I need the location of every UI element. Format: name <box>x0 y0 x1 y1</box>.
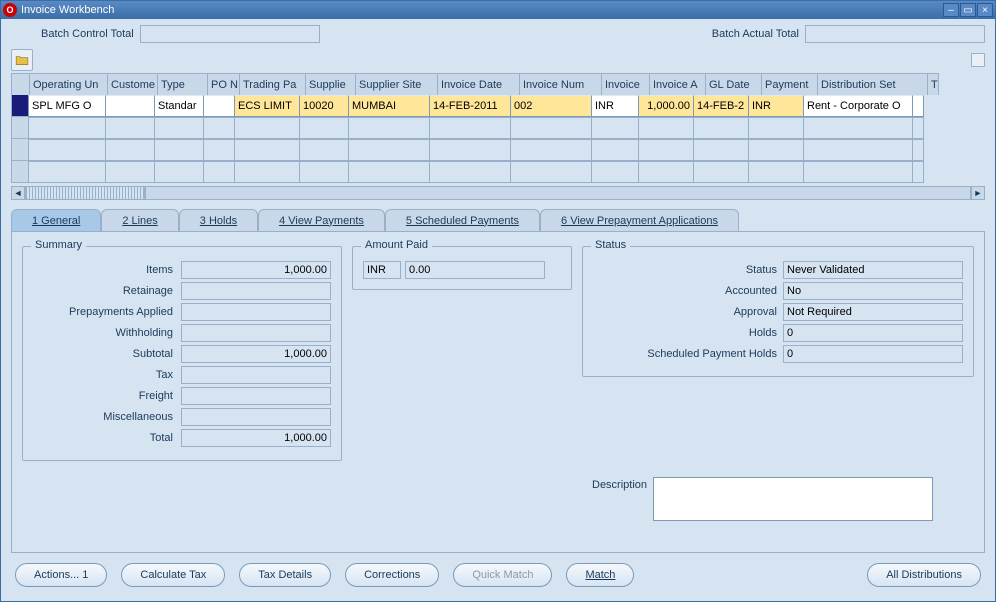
batch-control-label: Batch Control Total <box>41 28 134 40</box>
row-selector[interactable] <box>11 161 29 183</box>
tab-view-payments[interactable]: 4 View Payments <box>258 209 385 231</box>
col-payment-curr[interactable]: Payment <box>761 73 817 95</box>
summary-misc <box>181 408 331 426</box>
tab-scheduled-payments[interactable]: 5 Scheduled Payments <box>385 209 540 231</box>
button-bar: Actions... 1 Calculate Tax Tax Details C… <box>11 553 985 591</box>
minimize-button[interactable]: ‒ <box>943 3 959 17</box>
summary-group: Summary Items Retainage Prepayments Appl… <box>22 246 342 461</box>
summary-total <box>181 429 331 447</box>
cell-operating-unit[interactable]: SPL MFG O <box>28 95 106 117</box>
col-po-number[interactable]: PO N <box>207 73 239 95</box>
amount-paid-group: Amount Paid <box>352 246 572 290</box>
col-supplier-site[interactable]: Supplier Site <box>355 73 437 95</box>
tab-holds[interactable]: 3 Holds <box>179 209 258 231</box>
col-customer-tax[interactable]: Custome <box>107 73 157 95</box>
description-input[interactable] <box>653 477 933 521</box>
col-invoice-date[interactable]: Invoice Date <box>437 73 519 95</box>
cell-customer-tax[interactable] <box>105 95 155 117</box>
batch-control-input[interactable] <box>140 25 320 43</box>
cell-invoice-date[interactable]: 14-FEB-2011 <box>429 95 511 117</box>
cell-type[interactable]: Standar <box>154 95 204 117</box>
status-accounted <box>783 282 963 300</box>
table-row[interactable]: SPL MFG O Standar ECS LIMIT 10020 MUMBAI… <box>11 95 985 117</box>
col-supplier-num[interactable]: Supplie <box>305 73 355 95</box>
cell-payment-curr[interactable]: INR <box>748 95 804 117</box>
cell-trading-partner[interactable]: ECS LIMIT <box>234 95 300 117</box>
status-scheduled-payment-holds <box>783 345 963 363</box>
col-operating-unit[interactable]: Operating Un <box>29 73 107 95</box>
detail-tabs: 1 General 2 Lines 3 Holds 4 View Payment… <box>11 209 985 231</box>
match-button[interactable]: Match <box>566 563 634 587</box>
horizontal-scrollbar[interactable]: ◄ ► <box>11 185 985 201</box>
cell-po-number[interactable] <box>203 95 235 117</box>
col-type[interactable]: Type <box>157 73 207 95</box>
quick-match-button: Quick Match <box>453 563 552 587</box>
all-distributions-button[interactable]: All Distributions <box>867 563 981 587</box>
cell-invoice-amount[interactable]: 1,000.00 <box>638 95 694 117</box>
row-selector[interactable] <box>11 95 29 117</box>
summary-retainage <box>181 282 331 300</box>
actions-button[interactable]: Actions... 1 <box>15 563 107 587</box>
col-invoice-curr[interactable]: Invoice <box>601 73 649 95</box>
tab-lines[interactable]: 2 Lines <box>101 209 178 231</box>
col-trading-partner[interactable]: Trading Pa <box>239 73 305 95</box>
attachment-indicator <box>971 53 985 67</box>
table-row[interactable] <box>11 139 985 161</box>
calculate-tax-button[interactable]: Calculate Tax <box>121 563 225 587</box>
cell-invoice-curr[interactable]: INR <box>591 95 639 117</box>
summary-tax <box>181 366 331 384</box>
col-distribution-set[interactable]: Distribution Set <box>817 73 927 95</box>
tab-prepayment-applications[interactable]: 6 View Prepayment Applications <box>540 209 739 231</box>
titlebar: O Invoice Workbench ‒ ▭ × <box>1 1 995 19</box>
description-label: Description <box>592 477 653 491</box>
tab-general[interactable]: 1 General <box>11 209 101 231</box>
cell-gl-date[interactable]: 14-FEB-2 <box>693 95 749 117</box>
folder-icon <box>15 53 29 67</box>
status-group: Status Status Accounted Approval Holds S… <box>582 246 974 377</box>
cell-supplier-site[interactable]: MUMBAI <box>348 95 430 117</box>
col-gl-date[interactable]: GL Date <box>705 73 761 95</box>
tax-details-button[interactable]: Tax Details <box>239 563 331 587</box>
cell-supplier-num[interactable]: 10020 <box>299 95 349 117</box>
window-title: Invoice Workbench <box>21 4 114 16</box>
scroll-right-icon[interactable]: ► <box>971 186 985 200</box>
summary-subtotal <box>181 345 331 363</box>
summary-prepayments <box>181 303 331 321</box>
batch-actual-input[interactable] <box>805 25 985 43</box>
cell-invoice-num[interactable]: 002 <box>510 95 592 117</box>
corrections-button[interactable]: Corrections <box>345 563 439 587</box>
summary-withholding <box>181 324 331 342</box>
close-button[interactable]: × <box>977 3 993 17</box>
table-row[interactable] <box>11 117 985 139</box>
row-selector[interactable] <box>11 139 29 161</box>
status-status <box>783 261 963 279</box>
col-invoice-amount[interactable]: Invoice A <box>649 73 705 95</box>
summary-freight <box>181 387 331 405</box>
cell-trailing[interactable] <box>912 95 924 117</box>
col-trailing[interactable]: T <box>927 73 939 95</box>
invoice-workbench-window: O Invoice Workbench ‒ ▭ × Batch Control … <box>0 0 996 602</box>
col-invoice-num[interactable]: Invoice Num <box>519 73 601 95</box>
table-row[interactable] <box>11 161 985 183</box>
invoice-grid: Operating Un Custome Type PO N Trading P… <box>11 73 985 201</box>
scroll-left-icon[interactable]: ◄ <box>11 186 25 200</box>
status-approval <box>783 303 963 321</box>
batch-row: Batch Control Total Batch Actual Total <box>11 25 985 43</box>
summary-items <box>181 261 331 279</box>
batch-actual-label: Batch Actual Total <box>712 28 799 40</box>
folder-tools-button[interactable] <box>11 49 33 71</box>
row-selector[interactable] <box>11 117 29 139</box>
status-holds <box>783 324 963 342</box>
oracle-icon: O <box>3 3 17 17</box>
amount-paid-currency <box>363 261 401 279</box>
tab-panel-general: Summary Items Retainage Prepayments Appl… <box>11 231 985 553</box>
amount-paid-value <box>405 261 545 279</box>
maximize-button[interactable]: ▭ <box>960 3 976 17</box>
cell-distribution-set[interactable]: Rent - Corporate O <box>803 95 913 117</box>
